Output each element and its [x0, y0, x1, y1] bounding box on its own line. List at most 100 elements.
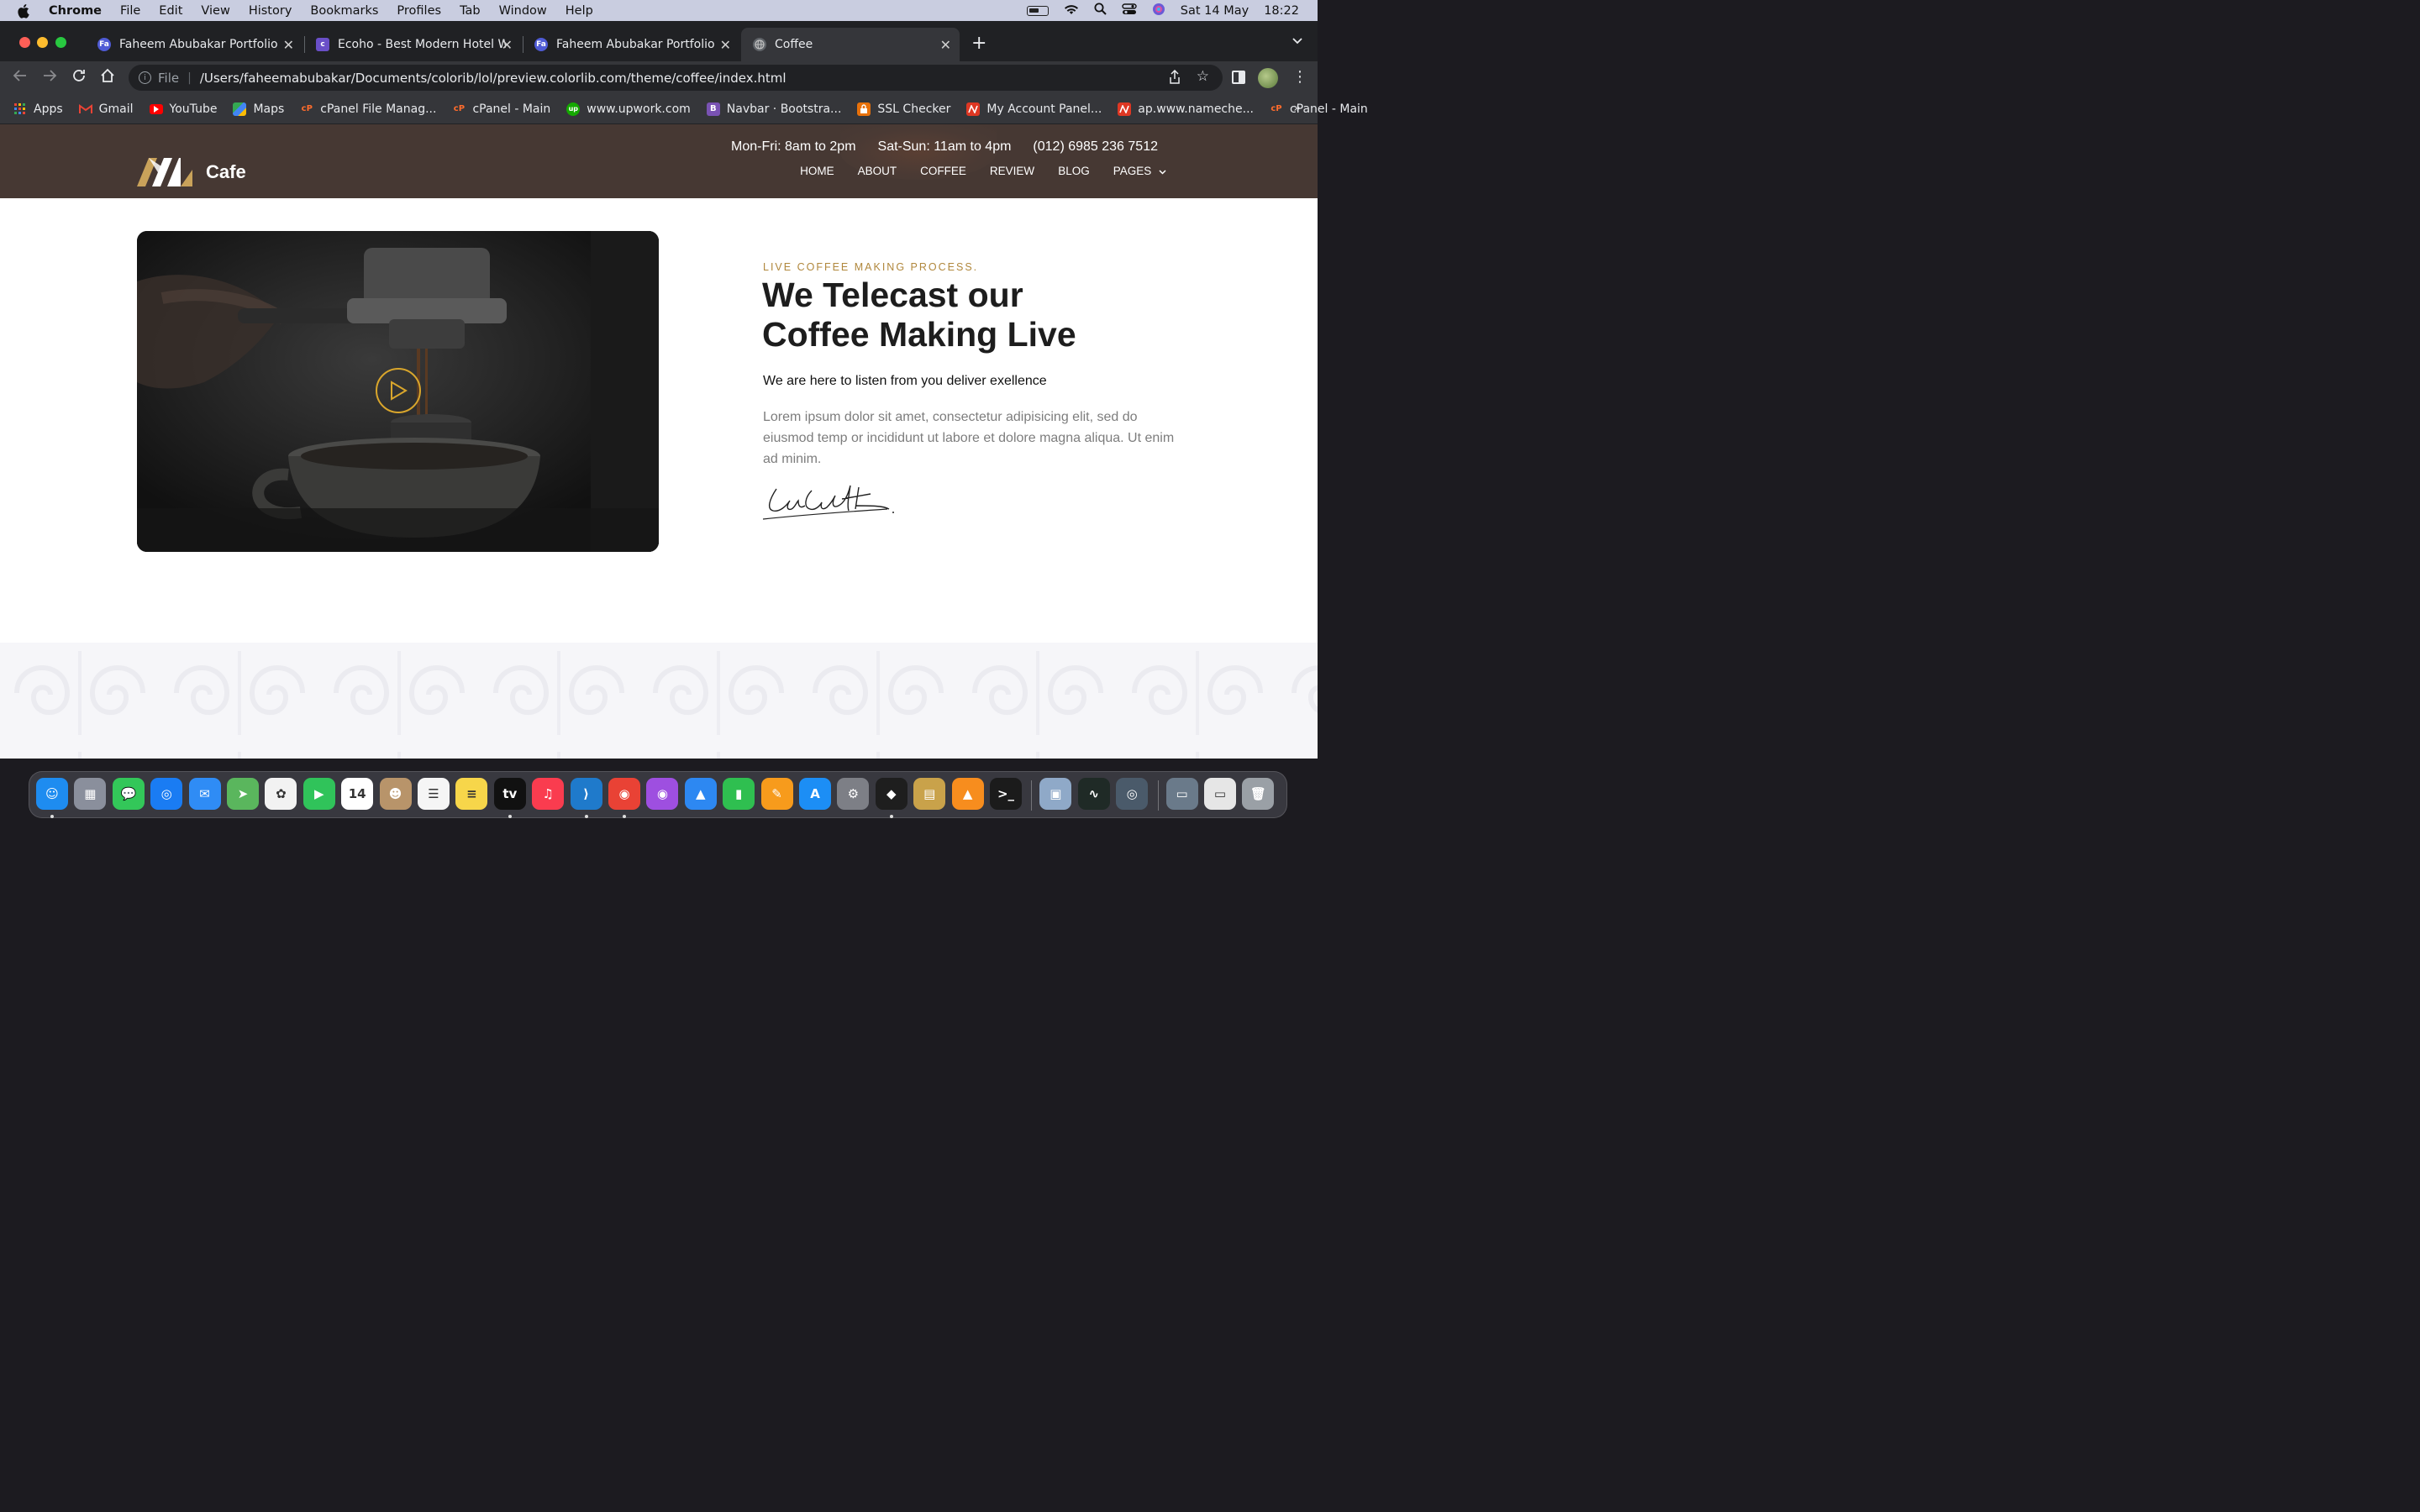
menu-window[interactable]: Window — [499, 4, 547, 18]
menu-profiles[interactable]: Profiles — [397, 4, 441, 18]
reminders-icon[interactable]: ☰ — [418, 778, 450, 810]
window-close-button[interactable] — [19, 37, 30, 48]
nav-coffee[interactable]: COFFEE — [920, 165, 966, 177]
numbers-icon[interactable]: ▮ — [723, 778, 755, 810]
control-center-icon[interactable] — [1122, 3, 1137, 18]
forward-arrow-icon[interactable] — [42, 68, 57, 87]
screenshot-thumb-icon[interactable]: ▭ — [1165, 778, 1198, 810]
facetime-icon[interactable]: ▶ — [302, 778, 335, 810]
bookmark-my-account-panel[interactable]: My Account Panel... — [966, 102, 1102, 116]
site-info-icon[interactable]: i — [139, 71, 151, 84]
launchpad-icon[interactable]: ▦ — [74, 778, 107, 810]
podcasts-icon[interactable]: ◉ — [646, 778, 679, 810]
menu-app-name[interactable]: Chrome — [49, 4, 102, 18]
address-bar[interactable]: i File | /Users/faheemabubakar/Documents… — [129, 65, 1223, 91]
profile-avatar[interactable] — [1258, 68, 1278, 88]
close-tab-icon[interactable]: ✕ — [502, 37, 513, 53]
document-thumb-icon[interactable]: ▭ — [1204, 778, 1236, 810]
chrome-menu-kebab-icon[interactable]: ⋮ — [1292, 68, 1307, 86]
bookmark-gmail[interactable]: Gmail — [78, 102, 134, 116]
system-preferences-icon[interactable]: ⚙ — [837, 778, 870, 810]
tab-search-chevron-icon[interactable] — [1292, 34, 1302, 48]
menu-edit[interactable]: Edit — [159, 4, 182, 18]
tab-portfolio-1[interactable]: Fa Faheem Abubakar Portfolio ✕ — [86, 28, 302, 61]
battery-icon[interactable] — [1026, 5, 1049, 16]
nav-about[interactable]: ABOUT — [858, 165, 897, 177]
bookmarks-overflow-chevron-icon[interactable]: » — [1293, 102, 1301, 115]
menu-view[interactable]: View — [201, 4, 229, 18]
archive-utility-icon[interactable]: ▤ — [913, 778, 946, 810]
quicktime-icon[interactable]: ◎ — [1116, 778, 1149, 810]
nav-pages-dropdown[interactable]: PAGES — [1113, 165, 1166, 177]
bookmark-star-icon[interactable]: ☆ — [1197, 68, 1209, 85]
photos-icon[interactable]: ✿ — [265, 778, 297, 810]
tab-ecoho[interactable]: c Ecoho - Best Modern Hotel We ✕ — [304, 28, 521, 61]
trash-icon[interactable]: 🗑 — [1242, 778, 1275, 810]
bookmark-maps[interactable]: Maps — [233, 102, 284, 116]
menu-time[interactable]: 18:22 — [1264, 4, 1299, 18]
activity-monitor-icon[interactable]: ∿ — [1077, 778, 1110, 810]
safari-icon[interactable]: ◎ — [150, 778, 183, 810]
close-tab-icon[interactable]: ✕ — [283, 37, 294, 53]
preview-icon[interactable]: ▣ — [1039, 778, 1072, 810]
side-panel-icon[interactable] — [1232, 71, 1245, 84]
bookmark-youtube[interactable]: YouTube — [149, 102, 217, 116]
music-icon[interactable]: ♫ — [532, 778, 565, 810]
nav-blog[interactable]: BLOG — [1058, 165, 1090, 177]
notes-icon[interactable]: ≡ — [455, 778, 488, 810]
wifi-icon[interactable] — [1064, 3, 1079, 18]
contacts-icon[interactable]: ☻ — [379, 778, 412, 810]
menu-bookmarks[interactable]: Bookmarks — [310, 4, 378, 18]
menu-tab[interactable]: Tab — [460, 4, 481, 18]
window-zoom-button[interactable] — [55, 37, 66, 48]
menu-help[interactable]: Help — [566, 4, 593, 18]
terminal-icon[interactable]: >_ — [990, 778, 1022, 810]
new-tab-plus-icon[interactable]: + — [971, 33, 986, 54]
bookmark-ssl-checker[interactable]: SSL Checker — [857, 102, 950, 116]
nav-home[interactable]: HOME — [800, 165, 834, 177]
vlc-icon[interactable]: ▲ — [951, 778, 984, 810]
messages-icon[interactable]: 💬 — [112, 778, 145, 810]
menu-history[interactable]: History — [249, 4, 292, 18]
tab-coffee-active[interactable]: Coffee ✕ — [741, 28, 960, 61]
apple-menu-icon[interactable] — [17, 3, 32, 18]
window-minimize-button[interactable] — [37, 37, 48, 48]
bookmark-bootstrap-navbar[interactable]: B Navbar · Bootstra... — [706, 102, 841, 116]
close-tab-icon[interactable]: ✕ — [940, 37, 951, 53]
bookmark-cpanel-file-manager[interactable]: cP cPanel File Manag... — [300, 102, 437, 116]
bookmark-upwork[interactable]: up www.upwork.com — [566, 102, 691, 116]
nav-review[interactable]: REVIEW — [990, 165, 1034, 177]
calendar-icon[interactable]: 14 — [341, 778, 374, 810]
play-video-button[interactable] — [376, 368, 421, 413]
tab-title: Faheem Abubakar Portfolio — [556, 38, 715, 51]
bookmark-cpanel-main-2[interactable]: cP cPanel - Main — [1270, 102, 1367, 116]
pages-icon[interactable]: ✎ — [760, 778, 793, 810]
apple-tv-icon[interactable]: tv — [493, 778, 526, 810]
spotlight-search-icon[interactable] — [1094, 3, 1107, 18]
finder-icon[interactable]: ☺ — [36, 778, 68, 810]
bookmark-namecheap[interactable]: ap.www.nameche... — [1118, 102, 1254, 116]
bookmark-apps[interactable]: Apps — [13, 102, 63, 116]
mail-icon[interactable]: ✉ — [188, 778, 221, 810]
figma-icon[interactable]: ◆ — [875, 778, 908, 810]
keynote-icon[interactable]: ▲ — [684, 778, 717, 810]
vscode-icon[interactable]: ⟩ — [570, 778, 602, 810]
share-icon[interactable] — [1169, 69, 1181, 87]
menu-file[interactable]: File — [120, 4, 140, 18]
chrome-icon[interactable]: ◉ — [608, 778, 640, 810]
phone-number[interactable]: (012) 6985 236 7512 — [1033, 139, 1158, 155]
close-tab-icon[interactable]: ✕ — [720, 37, 731, 53]
portfolio-icon: Fa — [97, 38, 111, 51]
maps-icon[interactable]: ➤ — [227, 778, 259, 810]
app-store-icon[interactable]: A — [799, 778, 831, 810]
home-icon[interactable] — [100, 68, 115, 87]
url-text[interactable]: /Users/faheemabubakar/Documents/colorib/… — [200, 71, 786, 86]
coffee-video-thumbnail[interactable] — [137, 231, 659, 552]
bookmark-cpanel-main[interactable]: cP cPanel - Main — [452, 102, 550, 116]
reload-icon[interactable] — [71, 68, 87, 87]
menu-date[interactable]: Sat 14 May — [1181, 4, 1249, 18]
back-arrow-icon[interactable] — [13, 68, 28, 87]
siri-icon[interactable] — [1152, 3, 1165, 19]
tab-portfolio-2[interactable]: Fa Faheem Abubakar Portfolio ✕ — [523, 28, 739, 61]
site-logo[interactable]: Cafe — [137, 158, 246, 186]
